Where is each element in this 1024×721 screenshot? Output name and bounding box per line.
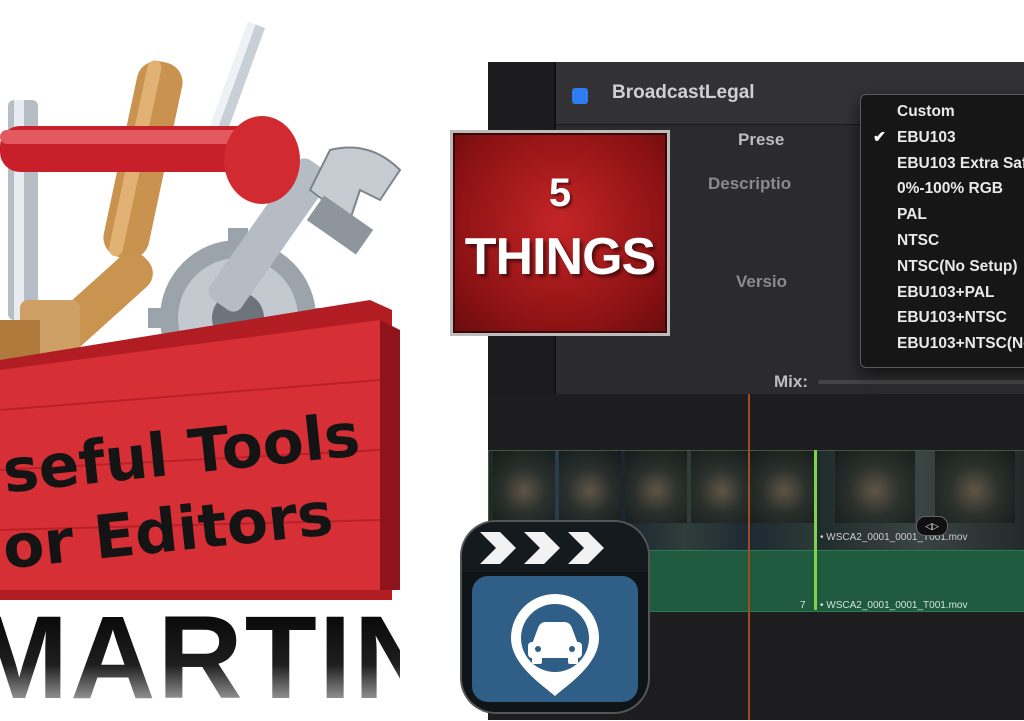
five-things-word: THINGS xyxy=(464,228,656,286)
menu-item-ebu103-pal[interactable]: EBU103+PAL xyxy=(861,280,1024,306)
menu-item-pal[interactable]: PAL xyxy=(861,202,1024,228)
effect-title: BroadcastLegal xyxy=(612,82,755,103)
checkmark-icon: ✔ xyxy=(873,128,886,146)
martin-wordmark: MARTIN xyxy=(0,592,439,721)
clip-thumbnail xyxy=(559,451,621,523)
five-things-badge: 5 THINGS xyxy=(453,133,667,333)
menu-item-ebu103-ntsc[interactable]: EBU103+NTSC xyxy=(861,305,1024,331)
menu-item-ntsc[interactable]: NTSC xyxy=(861,228,1024,254)
five-things-number: 5 xyxy=(548,171,572,215)
clip-thumbnail xyxy=(753,451,815,523)
edit-point[interactable] xyxy=(814,450,817,610)
transform-badge[interactable]: ◁▷ xyxy=(916,516,948,536)
menu-item-custom[interactable]: Custom xyxy=(861,99,1024,125)
menu-item-0-100-rgb[interactable]: 0%-100% RGB xyxy=(861,176,1024,202)
effect-enable-checkbox[interactable] xyxy=(572,88,588,104)
mix-slider[interactable] xyxy=(818,380,1024,384)
clip-thumbnail xyxy=(835,451,915,523)
app-icon xyxy=(462,522,648,712)
playhead[interactable] xyxy=(748,394,750,720)
preset-menu: Custom ✔ EBU103 EBU103 Extra Safe 0%-100%… xyxy=(860,94,1024,368)
clip-thumbnail xyxy=(691,451,753,523)
menu-item-ebu103[interactable]: ✔ EBU103 xyxy=(861,125,1024,151)
toolbox-icon: seful Tools or Editors xyxy=(0,21,402,600)
menu-item-ebu103-extra-safe[interactable]: EBU103 Extra Safe xyxy=(861,151,1024,177)
audio-count: 7 xyxy=(800,600,806,611)
description-label: Descriptio xyxy=(708,174,792,193)
clip-thumbnail xyxy=(935,451,1015,523)
clapperboard-icon xyxy=(462,522,648,702)
clip-thumbnail xyxy=(493,451,555,523)
preset-label: Prese xyxy=(738,130,785,149)
menu-item-ntsc-no-setup[interactable]: NTSC(No Setup) xyxy=(861,254,1024,280)
clip-thumbnail xyxy=(625,451,687,523)
audio-clip-name-label: • WSCA2_0001_0001_T001.mov xyxy=(820,600,968,611)
menu-item-ebu103-ntsc-no-setup[interactable]: EBU103+NTSC(No Setu xyxy=(861,331,1024,357)
mix-label: Mix: xyxy=(774,372,808,391)
martin-text: MARTIN xyxy=(0,596,400,716)
toolbox-illustration: seful Tools or Editors xyxy=(0,0,440,600)
clip-name-label: • WSCA2_0001_0001_T001.mov xyxy=(820,532,968,543)
version-label: Versio xyxy=(736,272,788,291)
